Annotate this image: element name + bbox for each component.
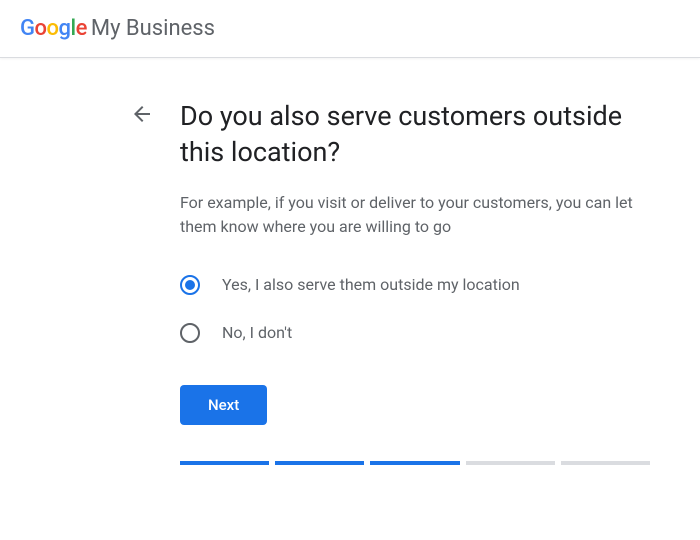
radio-option-no[interactable]: No, I don't — [180, 323, 650, 343]
radio-unchecked-icon — [180, 323, 200, 343]
progress-segment — [466, 461, 555, 465]
radio-label: No, I don't — [222, 323, 292, 342]
progress-segment — [180, 461, 269, 465]
page-description: For example, if you visit or deliver to … — [180, 191, 650, 239]
product-name: My Business — [91, 16, 215, 41]
progress-bar — [180, 461, 650, 465]
page-title: Do you also serve customers outside this… — [180, 98, 650, 171]
progress-segment — [561, 461, 650, 465]
radio-checked-icon — [180, 275, 200, 295]
google-logo: Google — [20, 16, 87, 41]
progress-segment — [370, 461, 459, 465]
app-header: Google My Business — [0, 0, 700, 58]
radio-group: Yes, I also serve them outside my locati… — [180, 275, 650, 343]
next-button[interactable]: Next — [180, 385, 267, 425]
radio-option-yes[interactable]: Yes, I also serve them outside my locati… — [180, 275, 650, 295]
radio-label: Yes, I also serve them outside my locati… — [222, 275, 520, 294]
back-arrow-icon[interactable] — [130, 102, 154, 130]
main-content: Do you also serve customers outside this… — [0, 58, 700, 465]
progress-segment — [275, 461, 364, 465]
